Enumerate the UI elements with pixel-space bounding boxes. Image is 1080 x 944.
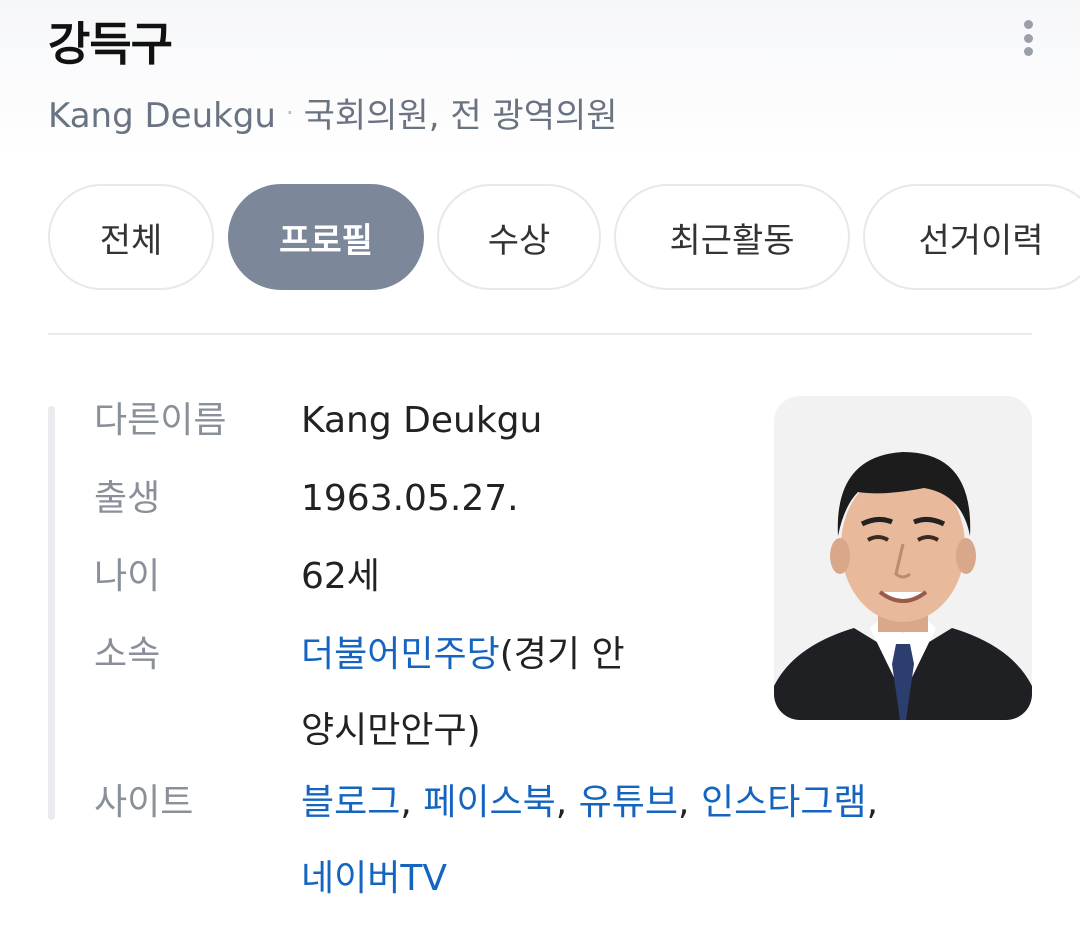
tab-election-history[interactable]: 선거이력 [863,184,1080,290]
tab-all[interactable]: 전체 [48,184,214,290]
site-link-blog[interactable]: 블로그 [301,782,400,823]
tab-awards[interactable]: 수상 [437,184,601,290]
person-role: 국회의원, 전 광역의원 [303,96,618,136]
site-link-instagram[interactable]: 인스타그램 [701,782,867,823]
label-birth: 출생 [94,478,161,519]
comma: , [555,782,568,823]
district-text-1: (경기 안 [499,634,625,675]
site-link-youtube[interactable]: 유튜브 [579,782,678,823]
label-sites: 사이트 [94,782,194,823]
divider [48,333,1032,335]
comma: , [400,782,412,823]
value-birth: 1963.05.27. [301,478,519,519]
profile-photo[interactable] [774,396,1032,720]
portrait-illustration [774,396,1032,720]
value-age: 62세 [301,556,380,597]
profile-header: 강득구 Kang Deukgu · 국회의원, 전 광역의원 [0,0,1080,160]
section-bar [48,406,55,820]
label-age: 나이 [94,556,161,597]
tab-recent-activity[interactable]: 최근활동 [614,184,850,290]
comma: , [678,782,690,823]
label-other-name: 다른이름 [94,400,227,441]
person-name: 강득구 [48,17,173,71]
value-sites: 블로그, 페이스북, 유튜브, 인스타그램, 네이버TV [301,765,878,917]
label-affiliation: 소속 [94,634,161,675]
more-vertical-icon[interactable] [1008,14,1048,62]
site-link-facebook[interactable]: 페이스북 [423,782,555,823]
separator-dot: · [285,99,294,127]
site-link-navertv[interactable]: 네이버TV [301,858,447,899]
party-link[interactable]: 더불어민주당 [301,634,500,675]
value-affiliation: 더불어민주당(경기 안 양시만안구) [301,617,721,769]
person-subtitle: Kang Deukgu · 국회의원, 전 광역의원 [48,88,618,137]
value-other-name: Kang Deukgu [301,400,543,441]
district-text-2: 양시만안구) [301,710,481,751]
english-name: Kang Deukgu [48,96,276,136]
tab-profile[interactable]: 프로필 [228,184,424,290]
tab-bar: 전체 프로필 수상 최근활동 선거이력 [48,184,1080,292]
comma: , [866,782,879,823]
